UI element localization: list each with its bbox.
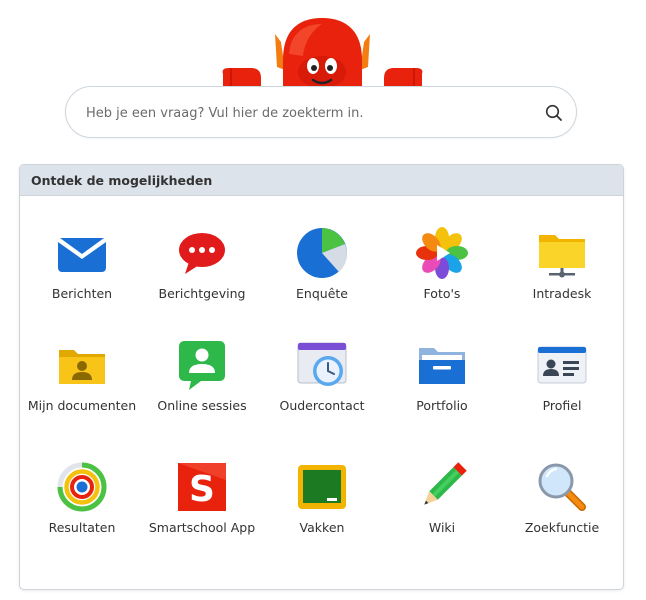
app-label: Berichtgeving — [158, 286, 246, 301]
app-resultaten[interactable]: Resultaten — [22, 460, 142, 572]
app-vakken[interactable]: Vakken — [262, 460, 382, 572]
app-label: Online sessies — [157, 398, 247, 413]
app-enquete[interactable]: Enquête — [262, 226, 382, 338]
app-portfolio[interactable]: Portfolio — [382, 338, 502, 460]
app-label: Vakken — [299, 520, 345, 535]
panel-title: Ontdek de mogelijkheden — [20, 165, 623, 196]
portfolio-folder-icon — [419, 348, 465, 384]
rings-chart-icon — [57, 462, 107, 512]
pencil-icon — [424, 462, 467, 505]
app-label: Zoekfunctie — [524, 520, 600, 535]
app-label: Berichten — [51, 286, 113, 301]
app-label: Foto's — [423, 286, 461, 301]
app-online-sessies[interactable]: Online sessies — [142, 338, 262, 460]
app-smartschool-app[interactable]: S Smartschool App — [142, 460, 262, 572]
shared-folder-icon — [539, 235, 585, 278]
search-bar — [65, 86, 577, 138]
app-label: Wiki — [428, 520, 456, 535]
app-berichten[interactable]: Berichten — [22, 226, 142, 338]
app-label: Smartschool App — [148, 520, 256, 535]
app-oudercontact[interactable]: Oudercontact — [262, 338, 382, 460]
app-label: Oudercontact — [279, 398, 365, 413]
app-wiki[interactable]: Wiki — [382, 460, 502, 572]
app-label: Intradesk — [532, 286, 592, 301]
video-user-icon — [179, 341, 225, 390]
pie-chart-icon — [297, 228, 347, 278]
chalkboard-icon — [298, 465, 346, 509]
user-folder-icon — [59, 350, 105, 384]
app-label: Enquête — [296, 286, 348, 301]
id-card-icon — [537, 346, 587, 384]
search-icon[interactable] — [544, 103, 564, 123]
app-zoekfunctie[interactable]: Zoekfunctie — [502, 460, 622, 572]
app-label: Portfolio — [416, 398, 468, 413]
app-intradesk[interactable]: Intradesk — [502, 226, 622, 338]
search-input[interactable] — [84, 100, 528, 126]
magnifier-icon — [538, 463, 586, 511]
app-berichtgeving[interactable]: Berichtgeving — [142, 226, 262, 338]
app-label: Profiel — [542, 398, 582, 413]
envelope-icon — [58, 237, 106, 272]
speech-bubble-icon — [179, 233, 225, 274]
app-grid: Berichten Berichtgeving Enquête Foto's I… — [20, 196, 623, 572]
calendar-clock-icon — [297, 342, 347, 386]
smartschool-s-icon: S — [178, 463, 226, 511]
app-label: Mijn documenten — [27, 398, 137, 413]
discover-panel: Ontdek de mogelijkheden Berichten Berich… — [19, 164, 624, 590]
app-profiel[interactable]: Profiel — [502, 338, 622, 460]
app-label: Resultaten — [48, 520, 116, 535]
svg-text:S: S — [189, 469, 215, 510]
photos-icon — [416, 227, 468, 279]
app-mijn-documenten[interactable]: Mijn documenten — [22, 338, 142, 460]
app-fotos[interactable]: Foto's — [382, 226, 502, 338]
